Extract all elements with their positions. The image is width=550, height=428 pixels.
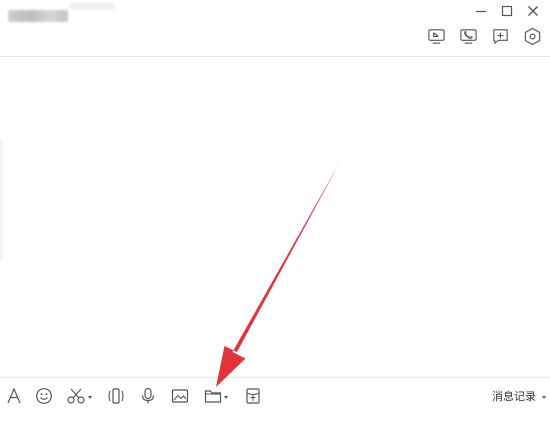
screenshot-dropdown-caret[interactable]: [88, 395, 92, 399]
close-icon: [528, 6, 538, 16]
close-button[interactable]: [526, 4, 540, 18]
send-file-button[interactable]: [204, 384, 228, 408]
message-input[interactable]: [0, 414, 550, 428]
minimize-icon: [476, 10, 486, 13]
shake-icon: [108, 388, 124, 404]
message-history-button[interactable]: 消息记录: [492, 388, 546, 404]
minimize-button[interactable]: [474, 4, 488, 18]
emoji-icon: [36, 388, 52, 404]
shake-button[interactable]: [106, 384, 126, 408]
red-packet-button[interactable]: [245, 384, 261, 408]
emoji-button[interactable]: [35, 384, 53, 408]
title-blur-fragment: [70, 3, 115, 9]
maximize-icon: [501, 5, 513, 17]
screenshot-button[interactable]: [66, 384, 92, 408]
message-area[interactable]: [0, 57, 550, 377]
window-controls: [474, 4, 540, 18]
voice-message-button[interactable]: [140, 384, 156, 408]
hexagon-settings-icon: [524, 27, 540, 45]
phone-icon: [459, 28, 477, 44]
left-edge-shadow: [0, 140, 3, 260]
maximize-button[interactable]: [500, 4, 514, 18]
font-icon: [7, 387, 21, 404]
font-button[interactable]: [6, 384, 22, 408]
voice-call-button[interactable]: [458, 26, 478, 46]
header-toolbar: [426, 26, 542, 46]
add-chat-button[interactable]: [490, 26, 510, 46]
settings-button[interactable]: [522, 26, 542, 46]
history-dropdown-caret: [542, 395, 546, 399]
image-icon: [171, 389, 189, 403]
microphone-icon: [141, 387, 155, 404]
folder-icon: [204, 390, 222, 403]
screen-share-button[interactable]: [426, 26, 446, 46]
image-button[interactable]: [171, 384, 189, 408]
chat-window: 消息记录: [0, 0, 550, 428]
message-history-label: 消息记录: [492, 391, 536, 403]
input-toolbar: 消息记录: [0, 378, 550, 414]
contact-name-blurred: [8, 10, 68, 22]
screen-share-icon: [427, 28, 445, 44]
red-packet-icon: [246, 388, 260, 404]
file-dropdown-caret[interactable]: [224, 395, 228, 399]
add-chat-icon: [492, 28, 508, 44]
scissors-icon: [67, 388, 85, 404]
